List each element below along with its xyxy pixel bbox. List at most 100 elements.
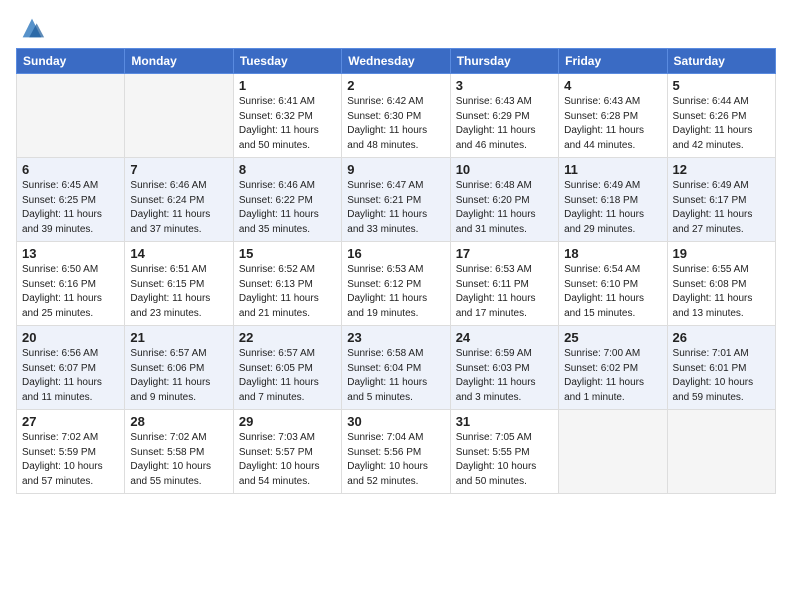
day-info: Sunrise: 6:51 AM Sunset: 6:15 PM Dayligh… xyxy=(130,263,227,321)
day-number: 13 xyxy=(22,246,119,261)
calendar-week-row: 27 Sunrise: 7:02 AM Sunset: 5:59 PM Dayli… xyxy=(17,410,776,494)
calendar-cell: 11Sunrise: 6:49 AM Sunset: 6:18 PM Dayli… xyxy=(559,158,667,242)
day-info: Sunrise: 6:55 AM Sunset: 6:08 PM Dayligh… xyxy=(673,263,770,321)
calendar: SundayMondayTuesdayWednesdayThursdayFrid… xyxy=(16,48,776,494)
day-info: Sunrise: 7:01 AM Sunset: 6:01 PM Dayligh… xyxy=(673,347,770,405)
day-number: 1 xyxy=(239,78,336,93)
day-info: Sunrise: 6:42 AM Sunset: 6:30 PM Dayligh… xyxy=(347,95,444,153)
day-number: 25 xyxy=(564,330,661,345)
day-number: 30 xyxy=(347,414,444,429)
day-info: Sunrise: 6:46 AM Sunset: 6:22 PM Dayligh… xyxy=(239,179,336,237)
day-number: 23 xyxy=(347,330,444,345)
day-number: 31 xyxy=(456,414,553,429)
weekday-header-monday: Monday xyxy=(125,49,233,74)
day-number: 8 xyxy=(239,162,336,177)
calendar-cell: 26 Sunrise: 7:01 AM Sunset: 6:01 PM Dayli… xyxy=(667,326,775,410)
day-info: Sunrise: 6:58 AM Sunset: 6:04 PM Dayligh… xyxy=(347,347,444,405)
weekday-header-sunday: Sunday xyxy=(17,49,125,74)
calendar-body: 1 Sunrise: 6:41 AM Sunset: 6:32 PM Daylig… xyxy=(17,74,776,494)
day-info: Sunrise: 6:41 AM Sunset: 6:32 PM Dayligh… xyxy=(239,95,336,153)
day-number: 15 xyxy=(239,246,336,261)
day-number: 17 xyxy=(456,246,553,261)
day-number: 7 xyxy=(130,162,227,177)
calendar-cell xyxy=(17,74,125,158)
calendar-cell xyxy=(125,74,233,158)
calendar-cell: 1 Sunrise: 6:41 AM Sunset: 6:32 PM Daylig… xyxy=(233,74,341,158)
day-info: Sunrise: 6:49 AM Sunset: 6:18 PM Dayligh… xyxy=(564,179,661,237)
day-info: Sunrise: 7:02 AM Sunset: 5:59 PM Dayligh… xyxy=(22,431,119,489)
day-number: 24 xyxy=(456,330,553,345)
calendar-cell: 7 Sunrise: 6:46 AM Sunset: 6:24 PM Daylig… xyxy=(125,158,233,242)
calendar-cell: 14Sunrise: 6:51 AM Sunset: 6:15 PM Dayli… xyxy=(125,242,233,326)
weekday-header-tuesday: Tuesday xyxy=(233,49,341,74)
day-info: Sunrise: 7:02 AM Sunset: 5:58 PM Dayligh… xyxy=(130,431,227,489)
weekday-header-wednesday: Wednesday xyxy=(342,49,450,74)
calendar-cell xyxy=(667,410,775,494)
logo xyxy=(16,14,46,42)
calendar-cell xyxy=(559,410,667,494)
calendar-cell: 9 Sunrise: 6:47 AM Sunset: 6:21 PM Daylig… xyxy=(342,158,450,242)
calendar-cell: 22 Sunrise: 6:57 AM Sunset: 6:05 PM Dayli… xyxy=(233,326,341,410)
calendar-cell: 21 Sunrise: 6:57 AM Sunset: 6:06 PM Dayli… xyxy=(125,326,233,410)
calendar-cell: 24 Sunrise: 6:59 AM Sunset: 6:03 PM Dayli… xyxy=(450,326,558,410)
calendar-week-row: 6Sunrise: 6:45 AM Sunset: 6:25 PM Daylig… xyxy=(17,158,776,242)
calendar-cell: 25 Sunrise: 7:00 AM Sunset: 6:02 PM Dayli… xyxy=(559,326,667,410)
page: SundayMondayTuesdayWednesdayThursdayFrid… xyxy=(0,0,792,510)
calendar-cell: 8 Sunrise: 6:46 AM Sunset: 6:22 PM Daylig… xyxy=(233,158,341,242)
day-info: Sunrise: 6:56 AM Sunset: 6:07 PM Dayligh… xyxy=(22,347,119,405)
day-info: Sunrise: 6:52 AM Sunset: 6:13 PM Dayligh… xyxy=(239,263,336,321)
day-info: Sunrise: 6:59 AM Sunset: 6:03 PM Dayligh… xyxy=(456,347,553,405)
day-number: 19 xyxy=(673,246,770,261)
day-number: 28 xyxy=(130,414,227,429)
calendar-cell: 3Sunrise: 6:43 AM Sunset: 6:29 PM Daylig… xyxy=(450,74,558,158)
day-number: 20 xyxy=(22,330,119,345)
calendar-cell: 6Sunrise: 6:45 AM Sunset: 6:25 PM Daylig… xyxy=(17,158,125,242)
calendar-cell: 27 Sunrise: 7:02 AM Sunset: 5:59 PM Dayli… xyxy=(17,410,125,494)
weekday-header-saturday: Saturday xyxy=(667,49,775,74)
calendar-cell: 30 Sunrise: 7:04 AM Sunset: 5:56 PM Dayli… xyxy=(342,410,450,494)
calendar-cell: 23 Sunrise: 6:58 AM Sunset: 6:04 PM Dayli… xyxy=(342,326,450,410)
day-info: Sunrise: 7:05 AM Sunset: 5:55 PM Dayligh… xyxy=(456,431,553,489)
calendar-cell: 2 Sunrise: 6:42 AM Sunset: 6:30 PM Daylig… xyxy=(342,74,450,158)
calendar-cell: 29Sunrise: 7:03 AM Sunset: 5:57 PM Dayli… xyxy=(233,410,341,494)
calendar-week-row: 20 Sunrise: 6:56 AM Sunset: 6:07 PM Dayli… xyxy=(17,326,776,410)
day-info: Sunrise: 6:57 AM Sunset: 6:05 PM Dayligh… xyxy=(239,347,336,405)
day-info: Sunrise: 6:43 AM Sunset: 6:29 PM Dayligh… xyxy=(456,95,553,153)
day-info: Sunrise: 6:53 AM Sunset: 6:11 PM Dayligh… xyxy=(456,263,553,321)
calendar-cell: 13Sunrise: 6:50 AM Sunset: 6:16 PM Dayli… xyxy=(17,242,125,326)
day-number: 27 xyxy=(22,414,119,429)
day-info: Sunrise: 6:53 AM Sunset: 6:12 PM Dayligh… xyxy=(347,263,444,321)
day-number: 10 xyxy=(456,162,553,177)
day-info: Sunrise: 6:43 AM Sunset: 6:28 PM Dayligh… xyxy=(564,95,661,153)
calendar-cell: 15 Sunrise: 6:52 AM Sunset: 6:13 PM Dayli… xyxy=(233,242,341,326)
day-number: 6 xyxy=(22,162,119,177)
day-number: 22 xyxy=(239,330,336,345)
calendar-week-row: 1 Sunrise: 6:41 AM Sunset: 6:32 PM Daylig… xyxy=(17,74,776,158)
day-info: Sunrise: 7:00 AM Sunset: 6:02 PM Dayligh… xyxy=(564,347,661,405)
calendar-cell: 17 Sunrise: 6:53 AM Sunset: 6:11 PM Dayli… xyxy=(450,242,558,326)
day-info: Sunrise: 6:57 AM Sunset: 6:06 PM Dayligh… xyxy=(130,347,227,405)
day-info: Sunrise: 6:46 AM Sunset: 6:24 PM Dayligh… xyxy=(130,179,227,237)
day-info: Sunrise: 6:44 AM Sunset: 6:26 PM Dayligh… xyxy=(673,95,770,153)
day-number: 5 xyxy=(673,78,770,93)
day-number: 21 xyxy=(130,330,227,345)
day-number: 26 xyxy=(673,330,770,345)
header xyxy=(16,10,776,42)
day-info: Sunrise: 7:04 AM Sunset: 5:56 PM Dayligh… xyxy=(347,431,444,489)
day-info: Sunrise: 6:47 AM Sunset: 6:21 PM Dayligh… xyxy=(347,179,444,237)
day-number: 12 xyxy=(673,162,770,177)
weekday-header-friday: Friday xyxy=(559,49,667,74)
day-number: 16 xyxy=(347,246,444,261)
day-info: Sunrise: 6:54 AM Sunset: 6:10 PM Dayligh… xyxy=(564,263,661,321)
day-number: 9 xyxy=(347,162,444,177)
day-number: 2 xyxy=(347,78,444,93)
calendar-cell: 19 Sunrise: 6:55 AM Sunset: 6:08 PM Dayli… xyxy=(667,242,775,326)
calendar-cell: 31 Sunrise: 7:05 AM Sunset: 5:55 PM Dayli… xyxy=(450,410,558,494)
calendar-cell: 10Sunrise: 6:48 AM Sunset: 6:20 PM Dayli… xyxy=(450,158,558,242)
day-number: 4 xyxy=(564,78,661,93)
calendar-cell: 28 Sunrise: 7:02 AM Sunset: 5:58 PM Dayli… xyxy=(125,410,233,494)
calendar-cell: 16 Sunrise: 6:53 AM Sunset: 6:12 PM Dayli… xyxy=(342,242,450,326)
day-number: 18 xyxy=(564,246,661,261)
calendar-week-row: 13Sunrise: 6:50 AM Sunset: 6:16 PM Dayli… xyxy=(17,242,776,326)
calendar-cell: 18 Sunrise: 6:54 AM Sunset: 6:10 PM Dayli… xyxy=(559,242,667,326)
